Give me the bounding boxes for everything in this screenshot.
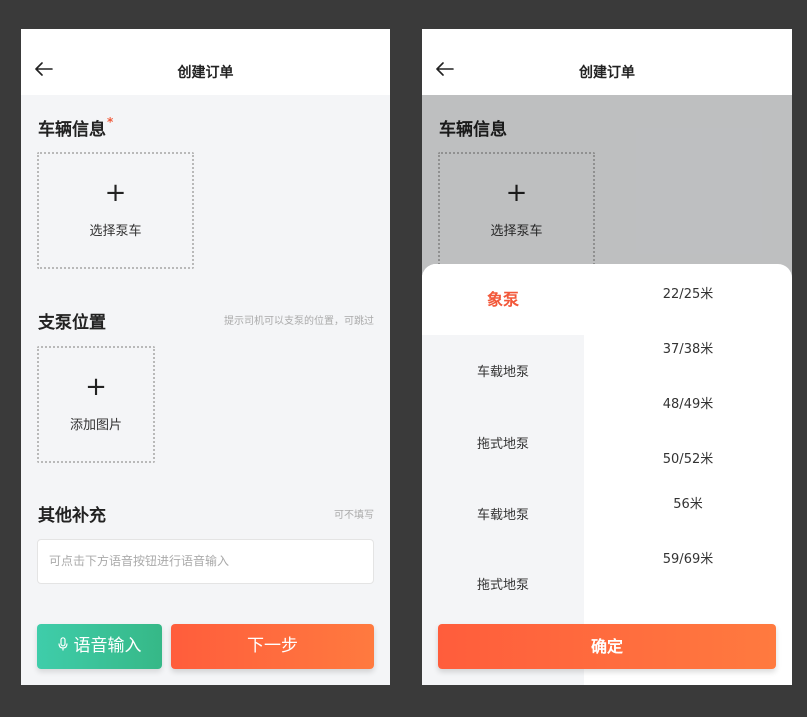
navbar: 创建订单 [422, 29, 792, 95]
pump-position-title: 支泵位置 [38, 313, 106, 333]
pump-position-hint: 提示司机可以支泵的位置，可跳过 [224, 316, 374, 327]
size-option[interactable]: 56米 [584, 493, 792, 512]
other-notes-title: 其他补充 [38, 506, 106, 526]
voice-input-label: 语音输入 [73, 636, 142, 656]
navbar: 创建订单 [21, 29, 390, 95]
mic-icon [57, 625, 68, 670]
size-option[interactable]: 37/38米 [584, 338, 792, 357]
required-mark: * [107, 115, 114, 129]
category-item[interactable]: 拖式地泵 [422, 433, 584, 452]
category-item-selected[interactable]: 象泵 [422, 264, 584, 335]
size-option[interactable]: 50/52米 [584, 448, 792, 467]
page-title: 创建订单 [579, 65, 635, 81]
voice-input-button[interactable]: 语音输入 [37, 624, 162, 669]
vehicle-info-title: 车辆信息* [38, 115, 113, 140]
vehicle-info-label: 车辆信息 [38, 120, 106, 140]
notes-input[interactable]: 可点击下方语音按钮进行语音输入 [37, 539, 374, 584]
size-option[interactable]: 59/69米 [584, 548, 792, 567]
size-option[interactable]: 48/49米 [584, 393, 792, 412]
category-column: 象泵 车载地泵 拖式地泵 车载地泵 拖式地泵 [422, 264, 584, 685]
select-pump-truck-button[interactable]: + 选择泵车 [37, 152, 194, 269]
add-image-label: 添加图片 [69, 418, 122, 433]
category-item[interactable]: 车载地泵 [422, 504, 584, 523]
plus-icon: + [104, 178, 127, 208]
pump-type-picker-sheet: 象泵 车载地泵 拖式地泵 车载地泵 拖式地泵 22/25米 37/38米 48/… [422, 264, 792, 685]
add-image-button[interactable]: + 添加图片 [37, 346, 155, 463]
category-item[interactable]: 拖式地泵 [422, 574, 584, 593]
plus-icon: + [85, 372, 107, 402]
size-option[interactable]: 22/25米 [584, 283, 792, 302]
create-order-picker-screen: 创建订单 车辆信息 + 选择泵车 象泵 车载地泵 拖式地泵 车载地泵 拖式地泵 … [422, 29, 792, 685]
next-step-button[interactable]: 下一步 [171, 624, 374, 669]
create-order-screen: 创建订单 车辆信息* + 选择泵车 支泵位置 提示司机可以支泵的位置，可跳过 +… [21, 29, 390, 685]
category-item[interactable]: 车载地泵 [422, 361, 584, 380]
confirm-button[interactable]: 确定 [438, 624, 776, 669]
other-notes-hint: 可不填写 [334, 510, 374, 521]
select-pump-truck-label: 选择泵车 [89, 224, 142, 239]
page-title: 创建订单 [177, 65, 234, 81]
